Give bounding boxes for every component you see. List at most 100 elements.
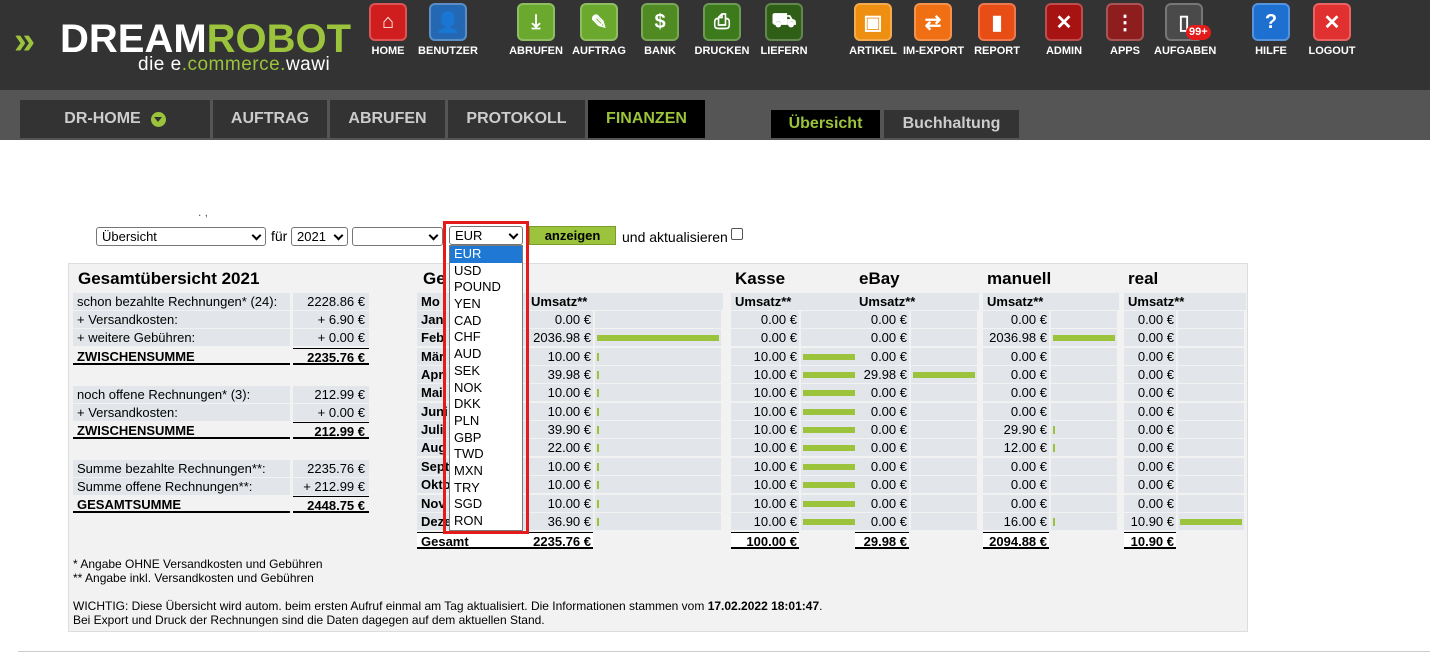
currency-option-aud[interactable]: AUD xyxy=(450,346,522,363)
currency-option-sgd[interactable]: SGD xyxy=(450,496,522,513)
show-button[interactable]: anzeigen xyxy=(529,226,616,245)
summary-row-label: noch offene Rechnungen* (3): xyxy=(73,386,290,403)
summary-row-value: 212.99 € xyxy=(293,422,369,439)
umsatz-bar xyxy=(803,518,863,525)
subtab-uebersicht[interactable]: Übersicht xyxy=(771,110,880,138)
nav-home[interactable]: ⌂ HOME xyxy=(358,3,418,59)
nav-abrufen[interactable]: ⤓ ABRUFEN xyxy=(506,3,566,59)
total-label: Gesamt xyxy=(417,532,527,549)
umsatz-value: 0.00 € xyxy=(527,311,593,328)
bar-cell xyxy=(595,512,721,530)
nav-im-export[interactable]: ⇄ IM-EXPORT xyxy=(903,3,964,59)
umsatz-value: 10.00 € xyxy=(527,402,593,420)
view-select[interactable]: Übersicht xyxy=(96,227,266,246)
currency-option-mxn[interactable]: MXN xyxy=(450,463,522,480)
tab-label: AUFTRAG xyxy=(230,110,310,127)
bar-cell xyxy=(1051,347,1117,365)
year-select[interactable]: 2021 xyxy=(291,227,348,246)
bar-cell xyxy=(1051,366,1117,384)
admin-icon: ✕ xyxy=(1045,3,1083,41)
nav-liefern[interactable]: ⛟ LIEFERN xyxy=(754,3,814,59)
currency-option-nok[interactable]: NOK xyxy=(450,380,522,397)
currency-option-sek[interactable]: SEK xyxy=(450,363,522,380)
currency-dropdown-list[interactable]: EUR USD POUND YEN CAD CHF AUD SEK NOK DKK PLN GBP TW… xyxy=(449,245,523,531)
currency-option-yen[interactable]: YEN xyxy=(450,296,522,313)
umsatz-bar xyxy=(597,517,599,526)
currency-option-try[interactable]: TRY xyxy=(450,480,522,497)
tab-auftrag[interactable]: AUFTRAG xyxy=(213,100,327,138)
umsatz-value: 0.00 € xyxy=(855,329,909,347)
bar-cell xyxy=(595,439,721,457)
dreamrobot-logo[interactable]: » DREAMROBOT die e.commerce.wawi xyxy=(14,14,351,78)
channel-title: eBay xyxy=(859,269,900,288)
currency-option-cad[interactable]: CAD xyxy=(450,313,522,330)
import-export-icon: ⇄ xyxy=(914,3,952,41)
cart-icon: ⛟ xyxy=(765,3,803,41)
currency-option-usd[interactable]: USD xyxy=(450,263,522,280)
subtab-buchhaltung[interactable]: Buchhaltung xyxy=(884,110,1019,138)
nav-report[interactable]: ▮ REPORT xyxy=(967,3,1027,59)
umsatz-value: 0.00 € xyxy=(983,402,1049,420)
tab-protokoll[interactable]: PROTOKOLL xyxy=(448,100,585,138)
bar-cell xyxy=(595,494,721,512)
umsatz-bar xyxy=(597,352,599,361)
umsatz-value: 29.98 € xyxy=(855,366,909,384)
nav-artikel[interactable]: ▣ ARTIKEL xyxy=(843,3,903,59)
umsatz-bar xyxy=(803,463,863,470)
bar-cell xyxy=(911,384,977,402)
umsatz-value: 0.00 € xyxy=(855,421,909,439)
bottom-divider xyxy=(18,651,1430,652)
tab-abrufen[interactable]: ABRUFEN xyxy=(330,100,445,138)
nav-hilfe[interactable]: ? HILFE xyxy=(1241,3,1301,59)
update-checkbox[interactable] xyxy=(731,228,743,240)
umsatz-bar xyxy=(1180,518,1242,525)
apps-icon: ⋮ xyxy=(1106,3,1144,41)
umsatz-header: Umsatz** xyxy=(527,293,723,310)
month-select[interactable] xyxy=(352,227,443,246)
currency-option-pound[interactable]: POUND xyxy=(450,279,522,296)
umsatz-header: Umsatz** xyxy=(731,293,867,310)
currency-option-twd[interactable]: TWD xyxy=(450,446,522,463)
summary-row-value: + 6.90 € xyxy=(293,311,369,328)
nav-label: ARTIKEL xyxy=(849,45,897,57)
nav-logout[interactable]: ✕ LOGOUT xyxy=(1302,3,1362,59)
nav-apps[interactable]: ⋮ APPS xyxy=(1095,3,1155,59)
summary-row-label: schon bezahlte Rechnungen* (24): xyxy=(73,293,290,310)
channel-total: 2094.88 € xyxy=(983,532,1049,549)
nav-aufgaben[interactable]: ▯ AUFGABEN 99+ xyxy=(1154,3,1216,59)
bar-cell xyxy=(911,329,977,347)
bar-cell xyxy=(1051,439,1117,457)
umsatz-value: 0.00 € xyxy=(1124,476,1176,494)
umsatz-value: 39.98 € xyxy=(527,366,593,384)
currency-option-pln[interactable]: PLN xyxy=(450,413,522,430)
currency-option-gbp[interactable]: GBP xyxy=(450,430,522,447)
currency-option-chf[interactable]: CHF xyxy=(450,329,522,346)
nav-bank[interactable]: $ BANK xyxy=(630,3,690,59)
umsatz-value: 22.00 € xyxy=(527,439,593,457)
umsatz-value: 2036.98 € xyxy=(527,329,593,347)
bar-cell xyxy=(1051,402,1117,420)
finance-overview-panel: Gesamtübersicht 2021 schon bezahlte Rech… xyxy=(68,263,1248,632)
umsatz-bar xyxy=(597,426,599,435)
bar-cell xyxy=(1178,421,1244,439)
bar-cell xyxy=(911,494,977,512)
currency-option-dkk[interactable]: DKK xyxy=(450,396,522,413)
umsatz-bar xyxy=(1053,426,1055,435)
nav-auftrag[interactable]: ✎ AUFTRAG xyxy=(569,3,629,59)
nav-admin[interactable]: ✕ ADMIN xyxy=(1034,3,1094,59)
summary-row-value: + 0.00 € xyxy=(293,404,369,421)
tab-label: DR-HOME xyxy=(64,110,141,127)
umsatz-value: 39.90 € xyxy=(527,421,593,439)
nav-drucken[interactable]: ⎙ DRUCKEN xyxy=(692,3,752,59)
umsatz-header: Umsatz** xyxy=(1124,293,1246,310)
bar-cell xyxy=(1178,329,1244,347)
currency-option-eur[interactable]: EUR xyxy=(450,246,522,263)
chevron-down-icon[interactable] xyxy=(150,111,166,127)
umsatz-bar xyxy=(597,371,599,380)
tab-dr-home[interactable]: DR-HOME xyxy=(20,100,210,138)
currency-option-ron[interactable]: RON xyxy=(450,513,522,530)
tab-finanzen[interactable]: FINANZEN xyxy=(588,100,705,138)
bar-cell xyxy=(1178,347,1244,365)
nav-benutzer[interactable]: 👤 BENUTZER xyxy=(418,3,478,59)
umsatz-bar xyxy=(1053,335,1115,342)
